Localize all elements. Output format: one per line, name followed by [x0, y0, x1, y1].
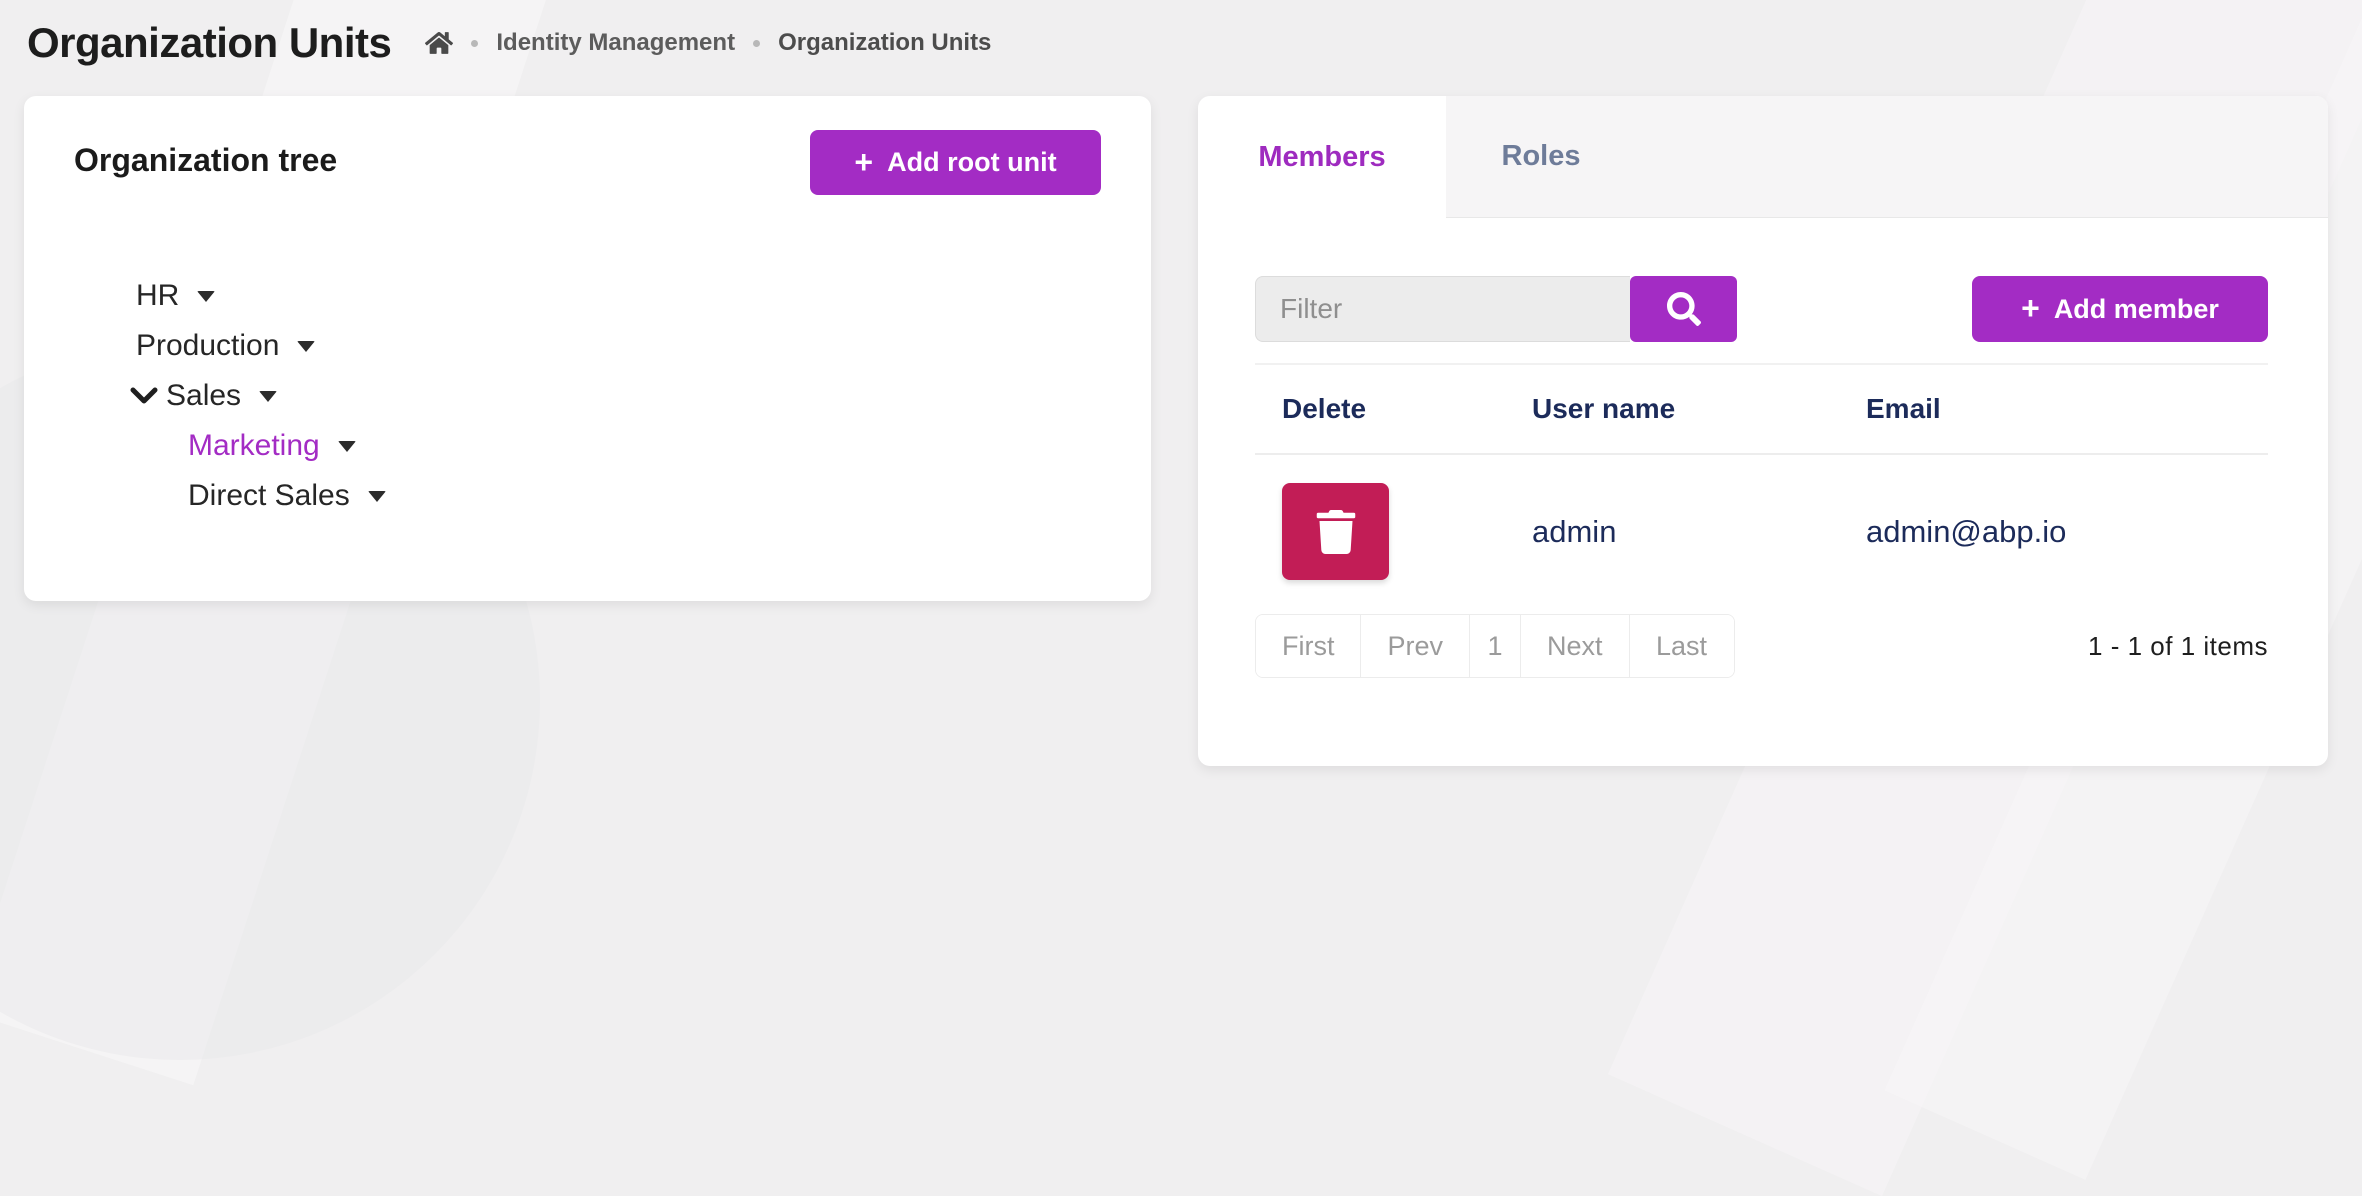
organization-tree: HR Production Sales Marketing Direct Sal…: [74, 271, 1101, 521]
caret-down-icon[interactable]: [197, 291, 215, 302]
tab-roles[interactable]: Roles: [1446, 96, 1636, 217]
breadcrumb-separator: [471, 40, 478, 47]
breadcrumb-item-identity-management[interactable]: Identity Management: [496, 29, 735, 57]
pager-prev-button[interactable]: Prev: [1361, 615, 1470, 677]
organization-tree-title: Organization tree: [74, 130, 337, 179]
column-header-username: User name: [1532, 393, 1866, 425]
tree-node-sales[interactable]: Sales: [74, 371, 1101, 421]
members-table-header: Delete User name Email: [1255, 365, 2268, 455]
plus-icon: +: [2021, 292, 2040, 324]
caret-down-icon[interactable]: [338, 441, 356, 452]
delete-member-button[interactable]: [1282, 483, 1389, 580]
tree-node-label[interactable]: Production: [136, 329, 279, 363]
breadcrumb-item-organization-units: Organization Units: [778, 29, 991, 57]
caret-down-icon[interactable]: [259, 391, 277, 402]
members-tab-panel: + Add member Delete User name Email admi…: [1198, 218, 2328, 678]
items-summary: 1 - 1 of 1 items: [2088, 631, 2268, 662]
filter-input[interactable]: [1255, 276, 1630, 342]
filter-input-group: [1255, 276, 1737, 342]
add-root-unit-button-label: Add root unit: [887, 147, 1056, 178]
tab-members[interactable]: Members: [1198, 96, 1446, 218]
organization-tree-card-header: Organization tree + Add root unit: [74, 130, 1101, 195]
add-member-button[interactable]: + Add member: [1972, 276, 2268, 342]
page-title: Organization Units: [27, 19, 391, 67]
tree-node-label[interactable]: Direct Sales: [188, 479, 350, 513]
add-member-button-label: Add member: [2054, 294, 2219, 325]
chevron-down-icon[interactable]: [130, 386, 166, 406]
pager-last-button[interactable]: Last: [1630, 615, 1734, 677]
tree-node-direct-sales[interactable]: Direct Sales: [74, 471, 1101, 521]
search-button[interactable]: [1630, 276, 1737, 342]
page-header: Organization Units Identity Management O…: [27, 8, 2332, 78]
caret-down-icon[interactable]: [368, 491, 386, 502]
tree-node-label[interactable]: Marketing: [188, 429, 320, 463]
pager-first-button[interactable]: First: [1256, 615, 1361, 677]
tree-node-production[interactable]: Production: [74, 321, 1101, 371]
column-header-email: Email: [1866, 393, 2268, 425]
column-header-delete: Delete: [1255, 393, 1532, 425]
breadcrumb-separator: [753, 40, 760, 47]
organization-tree-card: Organization tree + Add root unit HR Pro…: [24, 96, 1151, 601]
cell-email: admin@abp.io: [1866, 514, 2268, 550]
pager-page-1-button[interactable]: 1: [1470, 615, 1521, 677]
breadcrumb: Identity Management Organization Units: [425, 29, 991, 57]
pager: First Prev 1 Next Last: [1255, 614, 1735, 678]
tree-node-hr[interactable]: HR: [74, 271, 1101, 321]
add-root-unit-button[interactable]: + Add root unit: [810, 130, 1101, 195]
tree-node-label[interactable]: HR: [136, 279, 179, 313]
pagination-row: First Prev 1 Next Last 1 - 1 of 1 items: [1255, 614, 2268, 678]
cell-username: admin: [1532, 514, 1866, 550]
pager-next-button[interactable]: Next: [1521, 615, 1630, 677]
caret-down-icon[interactable]: [297, 341, 315, 352]
members-card: Members Roles + Add member Delete User n…: [1198, 96, 2328, 766]
plus-icon: +: [854, 146, 873, 178]
table-row: admin admin@abp.io: [1255, 483, 2268, 580]
tree-node-label[interactable]: Sales: [166, 379, 241, 413]
trash-icon: [1316, 510, 1356, 554]
home-icon[interactable]: [425, 30, 453, 56]
tree-node-marketing[interactable]: Marketing: [74, 421, 1101, 471]
search-icon: [1667, 292, 1701, 326]
tab-bar: Members Roles: [1198, 96, 2328, 218]
filter-toolbar: + Add member: [1255, 276, 2268, 342]
